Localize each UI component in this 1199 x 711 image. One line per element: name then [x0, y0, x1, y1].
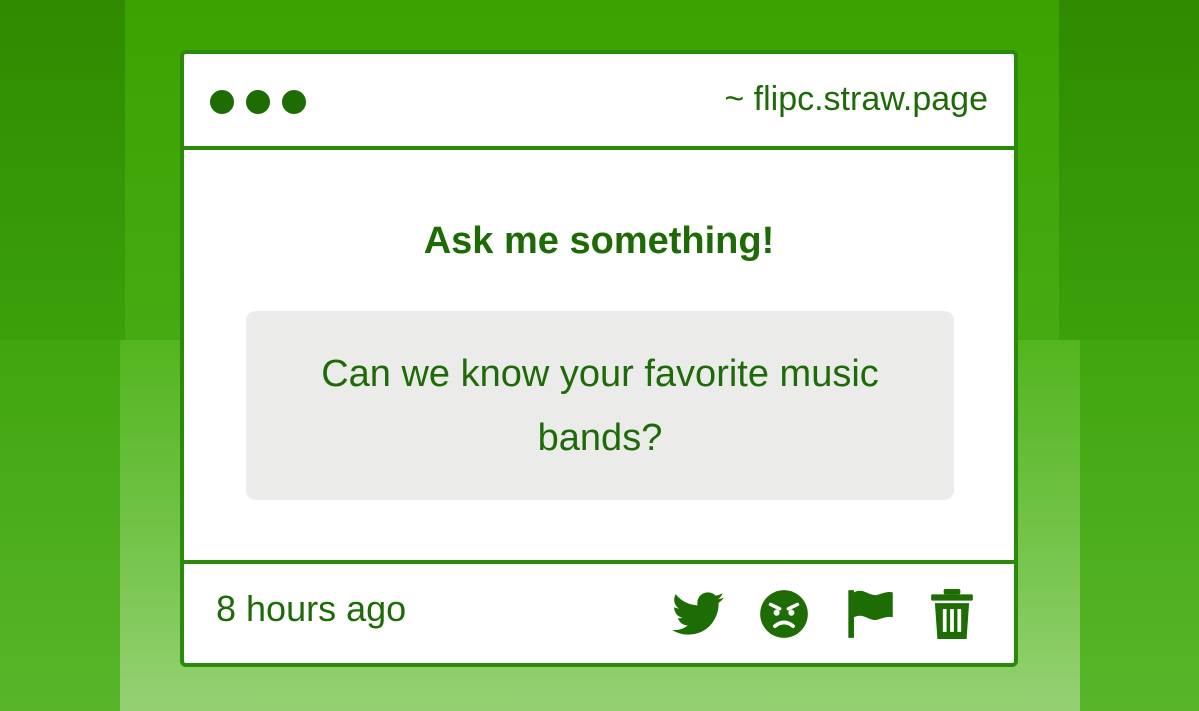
window-dot-1	[210, 90, 234, 114]
window-dot-3	[282, 90, 306, 114]
angry-face-icon[interactable]	[758, 588, 810, 640]
page-url[interactable]: ~ flipc.straw.page	[724, 80, 988, 119]
question-box: Can we know your favorite music bands?	[246, 311, 954, 500]
window-titlebar: ~ flipc.straw.page	[184, 54, 1014, 150]
background-right	[1059, 0, 1199, 340]
timestamp: 8 hours ago	[216, 588, 407, 629]
browser-window: ~ flipc.straw.page Ask me something! Can…	[180, 50, 1018, 667]
window-controls	[210, 90, 306, 114]
background-left	[0, 0, 125, 340]
flag-icon[interactable]	[844, 588, 896, 640]
question-text: Can we know your favorite music bands?	[321, 352, 879, 459]
twitter-icon[interactable]	[672, 592, 724, 636]
question-card: Ask me something! Can we know your favor…	[184, 150, 1014, 560]
page-title: Ask me something!	[423, 220, 775, 262]
trash-icon[interactable]	[930, 589, 974, 639]
card-footer: 8 hours ago	[184, 560, 1014, 663]
action-icons	[672, 588, 974, 640]
window-dot-2	[246, 90, 270, 114]
